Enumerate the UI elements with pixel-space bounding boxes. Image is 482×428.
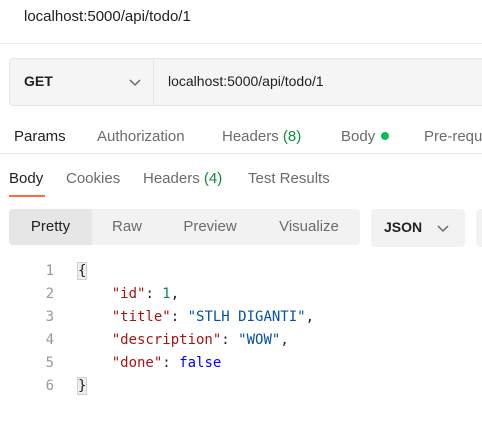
view-visualize-button[interactable]: Visualize [258, 209, 360, 245]
code-line: 4 "description": "WOW", [0, 329, 482, 351]
wrap-lines-button[interactable] [476, 209, 482, 247]
response-tab-cookies[interactable]: Cookies [66, 170, 120, 187]
response-headers-count: (4) [203, 170, 223, 187]
response-tab-body[interactable]: Body [9, 170, 43, 187]
code-line: 3 "title": "STLH DIGANTI", [0, 306, 482, 328]
format-select[interactable]: JSON [371, 209, 465, 247]
response-tabs: Body Cookies Headers (4) Test Results [0, 162, 482, 198]
response-tab-headers[interactable]: Headers (4) [143, 170, 222, 187]
body-indicator-dot-icon [381, 132, 390, 141]
method-label: GET [24, 73, 53, 89]
line-number: 6 [45, 378, 54, 394]
view-preview-button[interactable]: Preview [162, 209, 258, 245]
json-value: "STLH DIGANTI" [187, 309, 306, 325]
method-select[interactable]: GET [10, 59, 154, 105]
json-key: "description" [111, 332, 222, 348]
tab-authorization-label: Authorization [97, 128, 185, 145]
code-line: 5 "done": false [0, 352, 482, 374]
request-tabs: Params Authorization Headers (8) Body Pr… [0, 120, 482, 154]
window-title: localhost:5000/api/todo/1 [24, 8, 191, 25]
tab-headers[interactable]: Headers (8) [222, 128, 301, 145]
tab-body[interactable]: Body [341, 128, 390, 145]
code-content: } [76, 375, 88, 397]
tab-params-label: Params [14, 128, 66, 145]
view-mode-group: Pretty Raw Preview Visualize [9, 209, 360, 245]
code-content: "description": "WOW", [111, 332, 289, 348]
tab-authorization[interactable]: Authorization [97, 128, 185, 145]
active-tab-underline [9, 195, 45, 197]
json-separator: , [305, 309, 315, 325]
tab-pre-request-label: Pre-requ [424, 128, 482, 145]
tab-pre-request[interactable]: Pre-requ [424, 128, 482, 145]
tab-body-label: Body [341, 128, 376, 145]
response-tab-body-label: Body [9, 170, 44, 187]
format-label: JSON [384, 219, 423, 235]
code-viewer: 1 { 2 "id": 1, 3 "title": "STLH DIGANTI"… [0, 260, 482, 400]
json-value: 1 [162, 286, 171, 302]
response-tab-headers-label: Headers [143, 170, 200, 187]
code-content: "id": 1, [111, 286, 180, 302]
tab-headers-label: Headers [222, 128, 279, 145]
headers-count: (8) [282, 128, 302, 145]
json-key: "done" [111, 355, 163, 371]
response-tab-test-results[interactable]: Test Results [248, 170, 330, 187]
url-input[interactable]: localhost:5000/api/todo/1 [168, 73, 324, 89]
code-content: "done": false [111, 355, 222, 371]
response-tab-cookies-label: Cookies [66, 170, 121, 187]
code-content: { [76, 260, 88, 282]
request-bar: GET localhost:5000/api/todo/1 [9, 58, 482, 106]
json-key: "id" [111, 286, 146, 302]
code-line: 1 { [0, 260, 482, 282]
close-brace: } [76, 377, 88, 395]
line-number: 3 [45, 309, 54, 325]
json-separator: , [280, 332, 289, 348]
response-tab-test-results-label: Test Results [248, 170, 330, 187]
line-number: 2 [45, 286, 54, 302]
open-brace: { [76, 262, 88, 280]
line-number: 5 [45, 355, 54, 371]
line-number: 1 [45, 263, 54, 279]
chevron-down-icon [129, 79, 141, 87]
view-pretty-button[interactable]: Pretty [9, 209, 92, 245]
view-raw-button[interactable]: Raw [92, 209, 162, 245]
json-value: "WOW" [238, 332, 281, 348]
json-value: false [179, 355, 222, 371]
tab-params[interactable]: Params [14, 128, 66, 145]
code-line: 6 } [0, 375, 482, 397]
code-line: 2 "id": 1, [0, 283, 482, 305]
line-number: 4 [45, 332, 54, 348]
title-bar: localhost:5000/api/todo/1 [0, 0, 482, 44]
json-separator: , [170, 286, 180, 302]
chevron-down-icon [437, 225, 449, 233]
json-key: "title" [111, 309, 171, 325]
code-content: "title": "STLH DIGANTI", [111, 309, 315, 325]
